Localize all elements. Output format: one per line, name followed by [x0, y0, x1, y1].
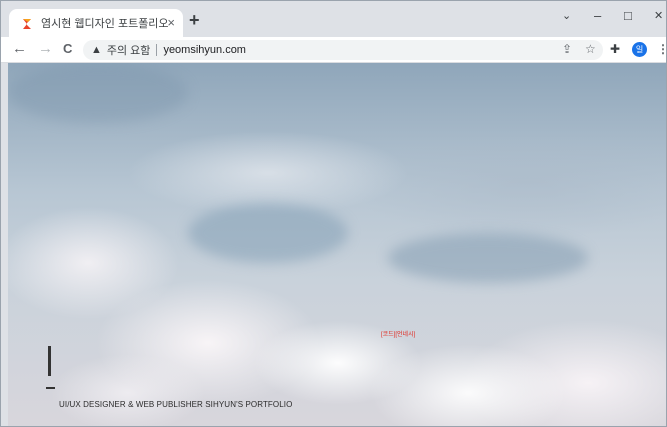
reload-icon[interactable]: C [63, 41, 72, 57]
sky-patch [388, 233, 588, 283]
menu-icon[interactable]: ⋮ [657, 42, 667, 56]
not-secure-icon[interactable]: ▲ [91, 44, 102, 56]
share-icon[interactable]: ⇪ [562, 42, 572, 56]
minimize-icon[interactable]: – [594, 9, 601, 23]
hero-subtitle: UI/UX DESIGNER & WEB PUBLISHER SIHYUN'S … [59, 400, 293, 409]
url-text[interactable]: yeomsihyun.com [163, 44, 246, 56]
omnibox-divider [156, 44, 158, 56]
site-favicon-icon [21, 17, 33, 29]
back-icon[interactable]: ← [12, 41, 27, 57]
hero-title-bar [48, 346, 51, 376]
address-bar[interactable]: ▲ 주의 요함 yeomsihyun.com [83, 40, 603, 60]
center-label: [코드][언네시] [381, 332, 416, 338]
new-tab-icon[interactable]: + [189, 11, 200, 29]
close-window-icon[interactable]: ✕ [654, 9, 663, 23]
tab-strip: 염시현 웹디자인 포트폴리오 × + ⌄ – □ ✕ [1, 1, 666, 37]
sky-patch [188, 203, 348, 263]
hero-title-dash [46, 387, 55, 389]
profile-avatar[interactable]: 일 [632, 42, 647, 57]
maximize-icon[interactable]: □ [624, 9, 632, 23]
forward-icon[interactable]: → [38, 41, 53, 57]
bookmark-star-icon[interactable]: ☆ [585, 42, 596, 56]
browser-tab[interactable]: 염시현 웹디자인 포트폴리오 × [9, 9, 183, 37]
browser-window: 염시현 웹디자인 포트폴리오 × + ⌄ – □ ✕ ← → C ▲ 주의 요함… [0, 0, 667, 427]
page-viewport: [코드][언네시] UI/UX DESIGNER & WEB PUBLISHER… [8, 63, 666, 426]
tab-title: 염시현 웹디자인 포트폴리오 [41, 18, 169, 30]
tab-close-icon[interactable]: × [167, 16, 175, 30]
extensions-icon[interactable]: ✚ [610, 42, 620, 56]
tab-search-icon[interactable]: ⌄ [562, 9, 571, 23]
browser-toolbar: ← → C ▲ 주의 요함 yeomsihyun.com ⇪ ☆ ✚ 일 ⋮ [1, 37, 667, 63]
not-secure-label[interactable]: 주의 요함 [107, 42, 151, 58]
sky-patch [8, 63, 188, 123]
